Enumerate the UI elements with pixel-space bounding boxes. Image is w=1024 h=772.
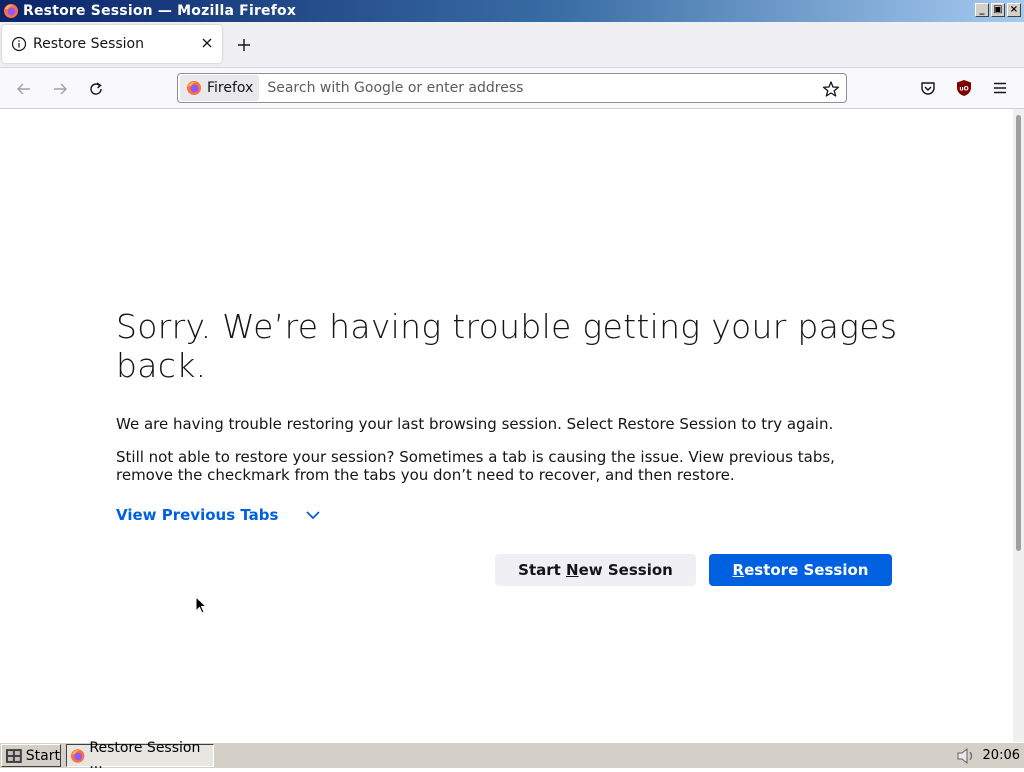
reload-icon[interactable] (87, 80, 105, 98)
restore-accel: R (732, 561, 745, 579)
start-logo-icon (5, 748, 22, 763)
info-icon (11, 36, 27, 52)
volume-icon[interactable] (955, 746, 977, 766)
start-label: Start (25, 747, 60, 764)
firefox-icon (187, 81, 201, 95)
description-text: We are having trouble restoring your las… (116, 415, 834, 433)
help-text: Still not able to restore your session? … (116, 448, 835, 484)
taskbar: Start Restore Session ... 20:06 (0, 740, 1024, 772)
pocket-icon[interactable] (919, 79, 937, 97)
maximize-button[interactable]: ▣ (991, 3, 1005, 17)
start-new-pre: Start (518, 561, 567, 579)
restore-session-button[interactable]: Restore Session (709, 554, 892, 586)
plus-icon[interactable] (236, 37, 252, 53)
scrollbar-thumb[interactable] (1016, 115, 1021, 551)
close-window-button[interactable]: × (1007, 3, 1021, 17)
taskbar-item-label: Restore Session ... (89, 739, 201, 772)
menu-icon[interactable] (991, 79, 1009, 97)
tab-label: Restore Session (33, 36, 144, 52)
nav-toolbar: Firefox uO (0, 68, 1024, 109)
identity-box[interactable]: Firefox (180, 75, 260, 101)
view-previous-tabs-toggle[interactable]: View Previous Tabs (116, 506, 322, 524)
back-arrow-icon[interactable] (15, 80, 33, 98)
forward-arrow-icon[interactable] (51, 80, 69, 98)
cursor-icon (195, 596, 207, 614)
taskbar-item-firefox[interactable]: Restore Session ... (66, 740, 214, 772)
firefox-icon (70, 748, 85, 763)
bookmark-star-icon[interactable] (822, 80, 840, 98)
start-new-accel: N (566, 561, 579, 579)
system-tray: 20:06 (955, 744, 1024, 767)
tab-strip: Restore Session (0, 22, 1024, 68)
start-new-post: ew Session (578, 561, 673, 579)
window-title: Restore Session — Mozilla Firefox (23, 3, 297, 19)
chevron-down-icon (306, 511, 321, 520)
minimize-button[interactable]: _ (975, 3, 989, 17)
window-titlebar: Restore Session — Mozilla Firefox _ ▣ × (0, 0, 1024, 22)
vertical-scrollbar[interactable] (1013, 109, 1024, 742)
ublock-icon[interactable]: uO (955, 79, 973, 97)
close-icon[interactable] (200, 36, 214, 50)
firefox-icon (4, 4, 18, 18)
start-button[interactable]: Start (1, 744, 61, 767)
page-title: Sorry. We’re having trouble getting your… (116, 307, 898, 385)
identity-label: Firefox (207, 80, 254, 96)
svg-text:uO: uO (959, 86, 968, 93)
tab-restore-session[interactable]: Restore Session (2, 25, 222, 63)
clock: 20:06 (982, 748, 1020, 763)
url-input[interactable] (267, 80, 808, 96)
view-previous-tabs-label: View Previous Tabs (116, 506, 279, 524)
window-controls: _ ▣ × (975, 3, 1021, 17)
address-bar[interactable]: Firefox (177, 73, 847, 103)
start-new-session-button[interactable]: Start New Session (495, 554, 696, 586)
page-content: Sorry. We’re having trouble getting your… (0, 109, 1013, 742)
restore-post: estore Session (744, 561, 869, 579)
